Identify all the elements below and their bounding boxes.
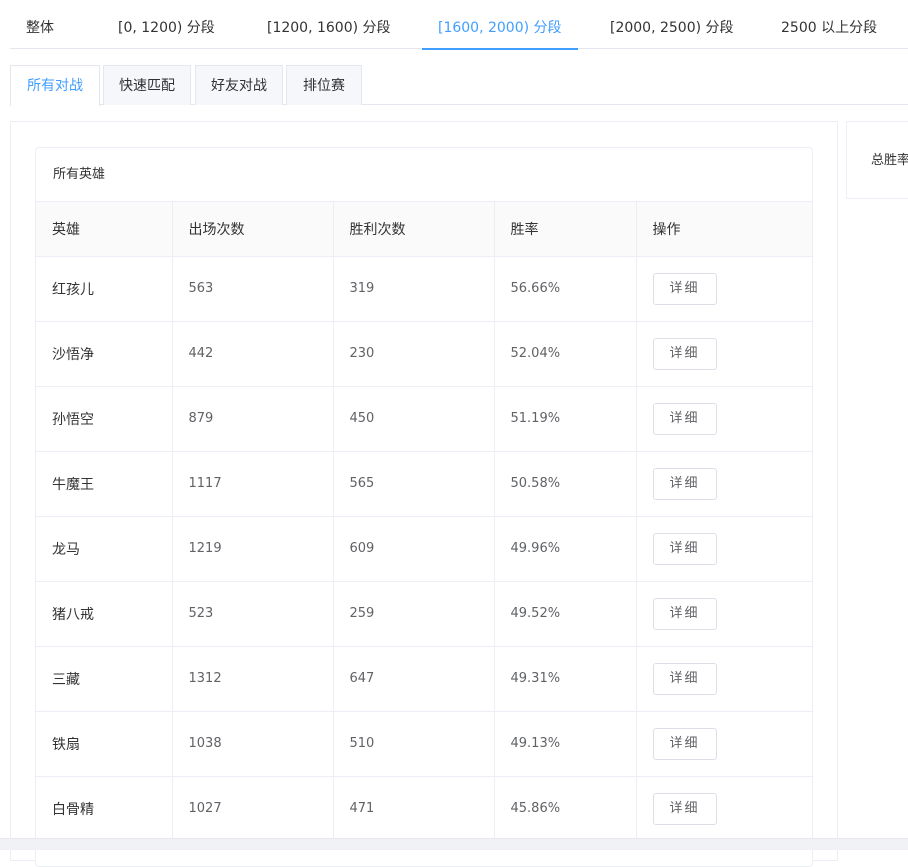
table-row: 三藏 1312 647 49.31% 详细 [36, 646, 812, 712]
tab-all-battles[interactable]: 所有对战 [10, 65, 100, 106]
action-cell: 详细 [636, 711, 812, 777]
wins-cell: 510 [333, 711, 495, 777]
appearances-cell: 442 [172, 321, 334, 387]
detail-button[interactable]: 详细 [652, 792, 717, 825]
table-row: 沙悟净 442 230 52.04% 详细 [36, 321, 812, 387]
table-header-row: 英雄 出场次数 胜利次数 胜率 操作 [36, 202, 812, 257]
range-tab-0-1200[interactable]: [0, 1200) 分段 [118, 0, 215, 49]
tab-quick-match[interactable]: 快速匹配 [103, 65, 191, 105]
table-row: 猪八戒 523 259 49.52% 详细 [36, 581, 812, 647]
detail-button[interactable]: 详细 [652, 467, 717, 500]
table-row: 孙悟空 879 450 51.19% 详细 [36, 386, 812, 452]
detail-button[interactable]: 详细 [652, 337, 717, 370]
appearances-cell: 879 [172, 386, 334, 452]
hero-name: 孙悟空 [36, 386, 173, 452]
detail-button[interactable]: 详细 [652, 662, 717, 695]
action-cell: 详细 [636, 386, 812, 452]
hero-name: 白骨精 [36, 776, 173, 842]
action-cell: 详细 [636, 581, 812, 647]
hero-name: 铁扇 [36, 711, 173, 777]
win-rate-cell: 49.52% [494, 581, 637, 647]
appearances-cell: 1027 [172, 776, 334, 842]
appearances-cell: 1038 [172, 711, 334, 777]
table-row: 龙马 1219 609 49.96% 详细 [36, 516, 812, 582]
wins-cell: 319 [333, 256, 495, 322]
hero-name: 沙悟净 [36, 321, 173, 387]
column-header-hero: 英雄 [36, 202, 173, 257]
action-cell: 详细 [636, 321, 812, 387]
detail-button[interactable]: 详细 [652, 272, 717, 305]
all-heroes-card: 所有英雄 英雄 出场次数 胜利次数 胜率 操作 红孩儿 563 319 56.6… [35, 147, 813, 867]
appearances-cell: 563 [172, 256, 334, 322]
hero-name: 猪八戒 [36, 581, 173, 647]
detail-button[interactable]: 详细 [652, 727, 717, 760]
column-header-win-rate: 胜率 [494, 202, 637, 257]
hero-stats-table: 英雄 出场次数 胜利次数 胜率 操作 红孩儿 563 319 56.66% 详细… [36, 202, 812, 842]
win-rate-cell: 51.19% [494, 386, 637, 452]
range-tab-overall[interactable]: 整体 [26, 0, 54, 49]
win-rate-cell: 50.58% [494, 451, 637, 517]
win-rate-cell: 49.31% [494, 646, 637, 712]
card-title: 所有英雄 [36, 148, 812, 202]
tab-ranked[interactable]: 排位赛 [286, 65, 362, 105]
wins-cell: 565 [333, 451, 495, 517]
action-cell: 详细 [636, 451, 812, 517]
score-range-tabs: 整体 [0, 1200) 分段 [1200, 1600) 分段 [1600, 2… [10, 0, 908, 50]
hero-name: 龙马 [36, 516, 173, 582]
detail-button[interactable]: 详细 [652, 532, 717, 565]
win-rate-cell: 52.04% [494, 321, 637, 387]
hero-name: 三藏 [36, 646, 173, 712]
table-row: 白骨精 1027 471 45.86% 详细 [36, 776, 812, 842]
range-tab-1200-1600[interactable]: [1200, 1600) 分段 [267, 0, 391, 49]
win-rate-cell: 45.86% [494, 776, 637, 842]
range-tab-1600-2000[interactable]: [1600, 2000) 分段 [422, 0, 578, 50]
wins-cell: 471 [333, 776, 495, 842]
win-rate-cell: 49.96% [494, 516, 637, 582]
appearances-cell: 1219 [172, 516, 334, 582]
tab-friend-battle[interactable]: 好友对战 [195, 65, 283, 105]
action-cell: 详细 [636, 646, 812, 712]
column-header-action: 操作 [636, 202, 812, 257]
horizontal-scrollbar[interactable] [0, 838, 908, 850]
action-cell: 详细 [636, 776, 812, 842]
action-cell: 详细 [636, 256, 812, 322]
range-tab-2500-plus[interactable]: 2500 以上分段 [781, 0, 877, 49]
wins-cell: 647 [333, 646, 495, 712]
overall-winrate-label: 总胜率 [871, 153, 908, 168]
wins-cell: 609 [333, 516, 495, 582]
range-tab-2000-2500[interactable]: [2000, 2500) 分段 [610, 0, 734, 49]
table-row: 红孩儿 563 319 56.66% 详细 [36, 256, 812, 322]
detail-button[interactable]: 详细 [652, 597, 717, 630]
table-row: 牛魔王 1117 565 50.58% 详细 [36, 451, 812, 517]
win-rate-cell: 56.66% [494, 256, 637, 322]
hero-name: 红孩儿 [36, 256, 173, 322]
detail-button[interactable]: 详细 [652, 402, 717, 435]
overall-winrate-panel: 总胜率 [846, 121, 908, 199]
appearances-cell: 1312 [172, 646, 334, 712]
wins-cell: 230 [333, 321, 495, 387]
column-header-appearances: 出场次数 [172, 202, 334, 257]
action-cell: 详细 [636, 516, 812, 582]
appearances-cell: 523 [172, 581, 334, 647]
column-header-wins: 胜利次数 [333, 202, 495, 257]
mode-tabs: 所有对战 快速匹配 好友对战 排位赛 [10, 65, 908, 106]
appearances-cell: 1117 [172, 451, 334, 517]
table-row: 铁扇 1038 510 49.13% 详细 [36, 711, 812, 777]
wins-cell: 450 [333, 386, 495, 452]
hero-name: 牛魔王 [36, 451, 173, 517]
wins-cell: 259 [333, 581, 495, 647]
win-rate-cell: 49.13% [494, 711, 637, 777]
